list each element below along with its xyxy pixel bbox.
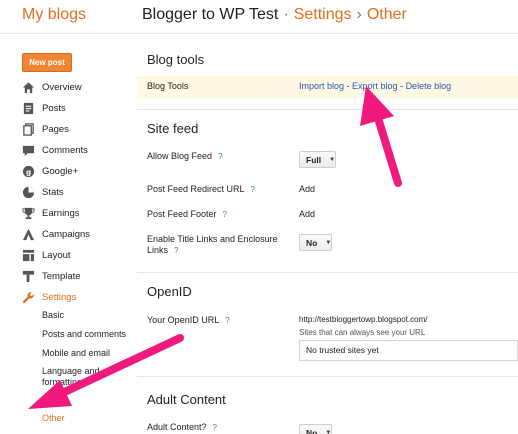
select-value: No	[306, 237, 318, 248]
sidebar-item-pages[interactable]: Pages	[22, 121, 69, 137]
sidebar-item-label: Settings	[42, 291, 77, 303]
openid-sites-note: Sites that can always see your URL	[299, 328, 426, 337]
sidebar-item-label: Stats	[42, 186, 64, 198]
help-icon[interactable]: ?	[218, 152, 222, 161]
label-text: Enable Title Links and Enclosure Links	[147, 234, 278, 255]
adult-content-select[interactable]: No ▼	[299, 424, 333, 434]
title-links-select[interactable]: No ▼	[299, 234, 333, 251]
posts-icon	[22, 102, 35, 115]
sidebar-item-stats[interactable]: Stats	[22, 184, 64, 200]
settings-sub-language[interactable]: Language and formatting	[42, 366, 114, 388]
section-title-adult-content: Adult Content	[147, 392, 226, 407]
sidebar-item-label: Template	[42, 270, 81, 282]
section-title-openid: OpenID	[147, 284, 192, 299]
help-icon[interactable]: ?	[225, 316, 229, 325]
divider	[137, 109, 518, 110]
comments-icon	[22, 144, 35, 157]
chevron-down-icon: ▼	[325, 239, 332, 246]
title-links-label: Enable Title Links and Enclosure Links?	[147, 234, 287, 256]
help-icon[interactable]: ?	[223, 210, 227, 219]
sidebar-item-label: Layout	[42, 249, 71, 261]
help-icon[interactable]: ?	[213, 423, 217, 432]
template-icon	[22, 270, 35, 283]
layout-icon	[22, 249, 35, 262]
sidebar-item-layout[interactable]: Layout	[22, 247, 71, 263]
import-blog-link[interactable]: Import blog	[299, 81, 344, 91]
dash: -	[344, 81, 353, 91]
sidebar-item-label: Campaigns	[42, 228, 91, 240]
sidebar-item-campaigns[interactable]: Campaigns	[22, 226, 90, 242]
settings-sub-posts-comments[interactable]: Posts and comments	[42, 329, 126, 340]
breadcrumb-dot: ·	[283, 6, 289, 23]
blog-tools-label: Blog Tools	[147, 81, 189, 91]
sidebar-item-template[interactable]: Template	[22, 268, 81, 284]
google-plus-icon: g	[22, 165, 35, 178]
stats-icon	[22, 186, 35, 199]
label-text: Adult Content?	[147, 422, 207, 432]
sidebar: New post Overview Posts Pages Comments g…	[0, 34, 128, 434]
wrench-icon	[22, 291, 35, 304]
sidebar-item-label: Google+	[42, 165, 79, 177]
breadcrumb-other: Other	[366, 6, 407, 23]
chevron-down-icon: ▼	[329, 156, 336, 163]
dash: -	[397, 81, 406, 91]
select-value: No	[306, 427, 318, 434]
section-title-blog-tools: Blog tools	[147, 52, 205, 67]
svg-text:g: g	[26, 167, 31, 176]
redirect-url-label: Post Feed Redirect URL?	[147, 184, 255, 195]
label-text: Post Feed Footer	[147, 209, 217, 219]
sidebar-item-comments[interactable]: Comments	[22, 142, 88, 158]
label-text: Your OpenID URL	[147, 315, 220, 325]
label-text: Post Feed Redirect URL	[147, 184, 245, 194]
settings-sub-other[interactable]: Other	[42, 413, 65, 424]
pages-icon	[22, 122, 35, 136]
divider	[137, 272, 518, 273]
help-icon[interactable]: ?	[174, 246, 178, 255]
feed-footer-add-link[interactable]: Add	[299, 209, 315, 219]
openid-url-value: http://testbloggertowp.blogspot.com/	[299, 315, 428, 324]
redirect-url-add-link[interactable]: Add	[299, 184, 315, 194]
top-header: My blogs Blogger to WP Test · Settings › Oth…	[0, 0, 518, 34]
section-title-site-feed: Site feed	[147, 121, 199, 136]
settings-sub-basic[interactable]: Basic	[42, 310, 64, 321]
sidebar-item-label: Posts	[42, 102, 66, 114]
settings-content: Blog tools Blog Tools Import blog - Expo…	[137, 34, 518, 434]
adult-content-label: Adult Content??	[147, 422, 217, 433]
sidebar-item-earnings[interactable]: Earnings	[22, 205, 80, 221]
trusted-sites-box: No trusted sites yet	[299, 340, 518, 361]
sidebar-item-label: Pages	[42, 123, 69, 135]
delete-blog-link[interactable]: Delete blog	[406, 81, 452, 91]
trophy-icon	[22, 207, 35, 220]
label-text: Allow Blog Feed	[147, 151, 213, 161]
sidebar-item-label: Overview	[42, 81, 82, 93]
help-icon[interactable]: ?	[251, 185, 255, 194]
blog-name: Blogger to WP Test	[142, 6, 279, 23]
breadcrumb-settings[interactable]: Settings	[294, 6, 352, 23]
sidebar-item-overview[interactable]: Overview	[22, 79, 82, 95]
my-blogs-link[interactable]: My blogs	[22, 6, 86, 24]
campaigns-icon	[22, 228, 35, 241]
new-post-button[interactable]: New post	[22, 53, 72, 72]
blog-tools-links: Import blog - Export blog - Delete blog	[299, 81, 451, 91]
sidebar-item-google-plus[interactable]: g Google+	[22, 163, 78, 179]
export-blog-link[interactable]: Export blog	[352, 81, 398, 91]
breadcrumb-arrow: ›	[356, 6, 362, 23]
allow-feed-label: Allow Blog Feed?	[147, 151, 223, 162]
allow-feed-select[interactable]: Full ▼	[299, 151, 337, 168]
sidebar-item-posts[interactable]: Posts	[22, 100, 66, 116]
openid-url-label: Your OpenID URL?	[147, 315, 230, 326]
chevron-down-icon: ▼	[325, 429, 332, 434]
home-icon	[22, 81, 35, 94]
settings-sub-mobile-email[interactable]: Mobile and email	[42, 348, 110, 359]
sidebar-item-label: Comments	[42, 144, 88, 156]
sidebar-item-label: Earnings	[42, 207, 80, 219]
select-value: Full	[306, 154, 322, 165]
feed-footer-label: Post Feed Footer?	[147, 209, 227, 220]
divider	[137, 376, 518, 377]
breadcrumb: Blogger to WP Test · Settings › Other	[142, 6, 407, 24]
sidebar-item-settings[interactable]: Settings	[22, 289, 76, 305]
